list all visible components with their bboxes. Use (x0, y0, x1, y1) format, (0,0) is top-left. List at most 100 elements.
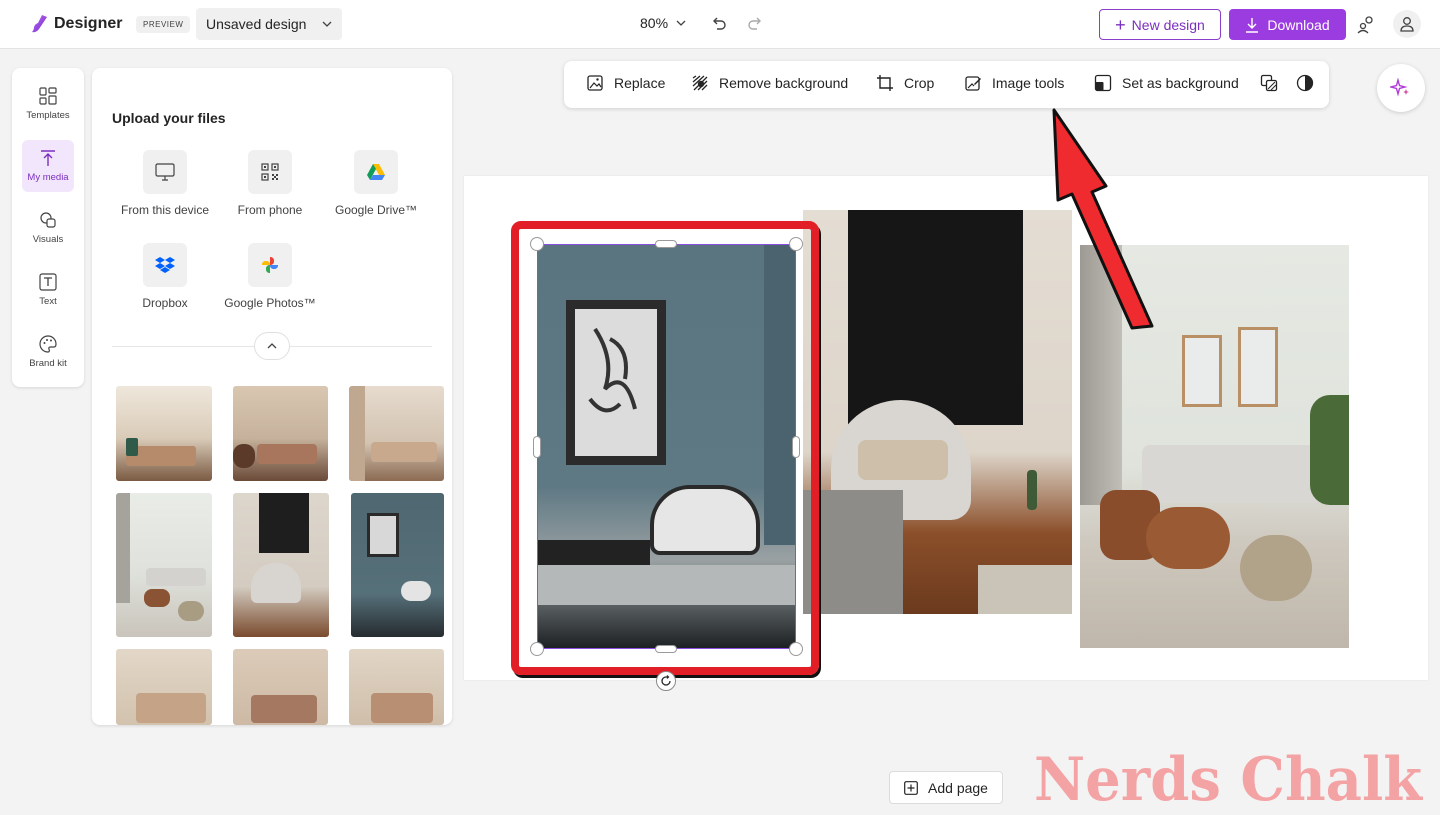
resize-handle-bottom-right[interactable] (789, 642, 803, 656)
remove-background-icon (692, 75, 708, 91)
source-dropbox[interactable]: Dropbox (109, 243, 221, 310)
image-tools-icon (965, 76, 981, 91)
rail-item-text[interactable]: Text (22, 264, 74, 316)
templates-icon (39, 87, 57, 105)
source-label: From phone (237, 203, 303, 217)
collapse-sources-button[interactable] (254, 332, 290, 360)
zoom-level: 80% (640, 15, 669, 31)
resize-handle-top-right[interactable] (789, 237, 803, 251)
user-icon (1400, 17, 1414, 32)
designer-logo-icon (32, 15, 47, 33)
set-background-icon (1094, 74, 1112, 92)
rail-item-brand-kit[interactable]: Brand kit (22, 326, 74, 378)
replace-label: Replace (614, 75, 666, 91)
canvas-image-chair-black-art[interactable] (803, 210, 1072, 614)
share-people-icon[interactable] (1356, 14, 1376, 34)
rotate-icon (661, 675, 671, 686)
qr-code-icon (261, 163, 279, 181)
source-icon-box (248, 150, 292, 194)
media-thumbnail[interactable] (233, 649, 328, 725)
media-thumbnail[interactable] (349, 649, 444, 725)
rail-label-brand-kit: Brand kit (29, 358, 67, 369)
zoom-dropdown[interactable]: 80% (640, 15, 686, 31)
chevron-down-icon (322, 21, 332, 27)
new-design-label: New design (1131, 16, 1205, 33)
resize-handle-left[interactable] (533, 436, 541, 458)
design-name-dropdown[interactable]: Unsaved design (196, 8, 342, 40)
upload-icon (41, 150, 55, 166)
replace-image-icon (587, 75, 603, 91)
image-tools-button[interactable]: Image tools (964, 74, 1064, 92)
source-google-drive[interactable]: Google Drive™ (320, 150, 432, 217)
remove-background-button[interactable]: Remove background (691, 74, 848, 92)
copilot-sparkle-button[interactable] (1377, 64, 1425, 112)
media-thumbnail[interactable] (233, 493, 329, 637)
image-tools-label: Image tools (992, 75, 1065, 91)
media-thumbnail[interactable] (349, 386, 444, 481)
source-from-device[interactable]: From this device (109, 150, 221, 217)
filter-button[interactable] (1296, 74, 1314, 92)
source-label: Google Photos™ (224, 296, 316, 310)
selection-box (537, 244, 796, 649)
panel-title: Upload your files (112, 110, 226, 126)
rail-label-my-media: My media (27, 172, 69, 183)
source-label: Google Drive™ (334, 203, 418, 217)
media-panel: Upload your files From this device From … (92, 68, 452, 725)
redo-icon[interactable] (746, 14, 764, 32)
add-page-button[interactable]: Add page (889, 771, 1003, 804)
avatar[interactable] (1393, 10, 1421, 38)
chevron-up-icon (267, 343, 277, 349)
top-bar: Designer PREVIEW Unsaved design 80% + Ne… (0, 0, 1440, 49)
source-from-phone[interactable]: From phone (214, 150, 326, 217)
new-design-button[interactable]: + New design (1099, 9, 1221, 40)
source-label: Dropbox (142, 296, 188, 310)
set-as-background-button[interactable]: Set as background (1094, 74, 1239, 92)
resize-handle-bottom-left[interactable] (530, 642, 544, 656)
replace-button[interactable]: Replace (586, 74, 665, 92)
watermark-logo: Nerds Chalk (1034, 745, 1423, 810)
media-thumbnail[interactable] (116, 493, 212, 637)
visuals-icon (40, 212, 56, 228)
add-page-label: Add page (928, 779, 988, 796)
text-icon (39, 273, 57, 291)
app-name: Designer (54, 15, 123, 32)
set-as-background-label: Set as background (1122, 75, 1239, 91)
resize-handle-right[interactable] (792, 436, 800, 458)
source-google-photos[interactable]: Google Photos™ (214, 243, 326, 310)
layers-icon (1260, 74, 1278, 92)
rail-item-templates[interactable]: Templates (22, 78, 74, 130)
google-photos-icon (262, 257, 278, 273)
rail-item-my-media[interactable]: My media (22, 140, 74, 192)
watermark-text: Nerds Chalk (1034, 745, 1423, 810)
rotate-handle[interactable] (656, 671, 676, 691)
resize-handle-top-left[interactable] (530, 237, 544, 251)
remove-background-label: Remove background (719, 75, 849, 91)
download-icon (1246, 17, 1259, 33)
design-name-label: Unsaved design (206, 16, 307, 32)
rail-label-visuals: Visuals (32, 234, 64, 245)
undo-icon[interactable] (710, 14, 728, 32)
media-thumbnail[interactable] (116, 386, 212, 481)
crop-label: Crop (904, 75, 935, 91)
download-label: Download (1267, 16, 1330, 33)
crop-icon (877, 75, 893, 91)
chevron-down-icon (676, 20, 686, 26)
resize-handle-top[interactable] (655, 240, 677, 248)
designer-logo[interactable]: Designer (30, 14, 122, 34)
rail-label-text: Text (39, 296, 57, 307)
media-thumbnail[interactable] (116, 649, 212, 725)
media-thumbnail[interactable] (351, 493, 444, 637)
source-icon-box (143, 150, 187, 194)
media-thumbnail[interactable] (233, 386, 328, 481)
add-page-icon (904, 780, 918, 795)
rail-item-visuals[interactable]: Visuals (22, 202, 74, 254)
palette-icon (39, 335, 57, 353)
source-icon-box (354, 150, 398, 194)
resize-handle-bottom[interactable] (655, 645, 677, 653)
source-icon-box (143, 243, 187, 287)
annotation-arrow (1052, 108, 1154, 330)
layers-button[interactable] (1260, 74, 1278, 92)
download-button[interactable]: Download (1229, 9, 1346, 40)
crop-button[interactable]: Crop (876, 74, 934, 92)
plus-icon: + (1115, 14, 1126, 35)
